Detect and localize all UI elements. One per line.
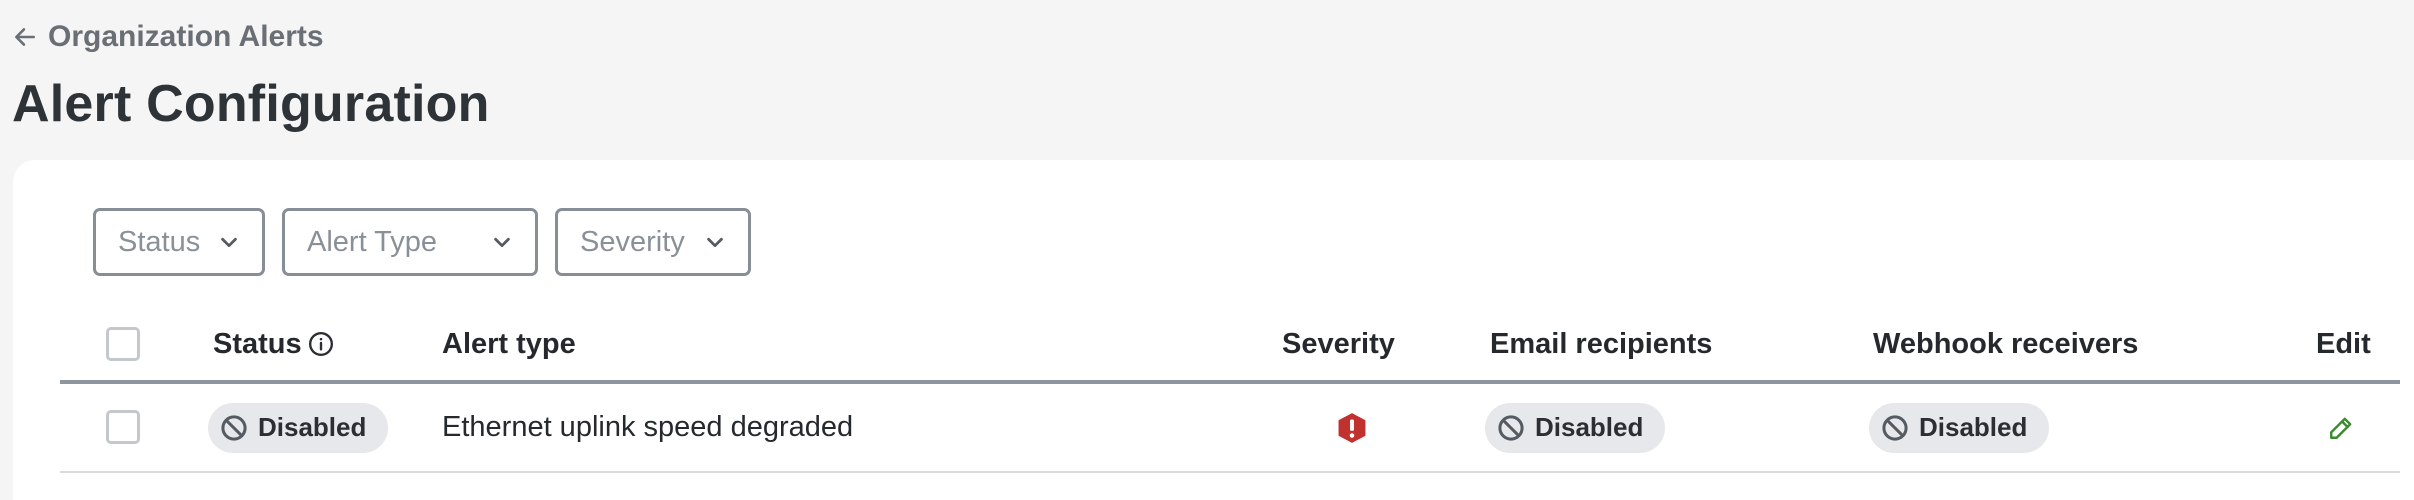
arrow-left-icon — [15, 28, 35, 46]
info-icon[interactable] — [308, 331, 334, 357]
edit-cell — [2328, 384, 2354, 471]
status-badge: Disabled — [208, 402, 389, 453]
webhook-receivers-cell: Disabled — [1869, 384, 2050, 471]
column-header-status-label: Status — [213, 327, 302, 360]
severity-filter-label: Severity — [580, 225, 685, 258]
row-checkbox[interactable] — [106, 410, 140, 444]
webhook-status-label: Disabled — [1919, 412, 2028, 442]
column-header-severity[interactable]: Severity — [1282, 308, 1395, 380]
column-header-email-recipients: Email recipients — [1490, 327, 1713, 360]
severity-filter[interactable]: Severity — [555, 208, 751, 276]
status-filter[interactable]: Status — [93, 208, 265, 276]
select-all-checkbox[interactable] — [106, 327, 140, 361]
status-badge-label: Disabled — [258, 412, 367, 442]
disabled-icon — [1498, 414, 1524, 441]
email-status-label: Disabled — [1535, 412, 1644, 442]
disabled-icon — [1882, 414, 1908, 441]
column-header-status[interactable]: Status — [213, 308, 334, 380]
email-recipients-cell: Disabled — [1485, 384, 1666, 471]
alerts-table: Status Alert type Severity Email recipie… — [60, 308, 2400, 473]
filter-bar: Status Alert Type Severity — [93, 208, 751, 276]
severity-cell — [1335, 384, 1369, 471]
table-row: Disabled Ethernet uplink speed degraded … — [60, 384, 2400, 473]
disabled-icon — [221, 414, 247, 441]
email-status-badge: Disabled — [1485, 402, 1666, 453]
pencil-icon[interactable] — [2328, 415, 2354, 441]
alert-type-filter[interactable]: Alert Type — [282, 208, 538, 276]
table-header: Status Alert type Severity Email recipie… — [60, 308, 2400, 384]
back-link-label: Organization Alerts — [48, 20, 324, 53]
chevron-down-icon — [221, 237, 237, 248]
alert-type-filter-label: Alert Type — [307, 225, 438, 258]
status-filter-label: Status — [118, 225, 201, 258]
back-link[interactable]: Organization Alerts — [12, 20, 324, 54]
column-header-webhook-receivers: Webhook receivers — [1873, 327, 2139, 360]
chevron-down-icon — [707, 237, 723, 248]
webhook-status-badge: Disabled — [1869, 402, 2050, 453]
column-header-alert-type[interactable]: Alert type — [442, 308, 576, 380]
alert-type-cell: Ethernet uplink speed degraded — [442, 411, 854, 443]
critical-octagon-icon — [1338, 412, 1366, 443]
alerts-card: Status Alert Type Severity Status Alert … — [13, 160, 2414, 500]
status-cell: Disabled — [208, 384, 389, 471]
column-header-edit: Edit — [2316, 327, 2371, 360]
chevron-down-icon — [494, 237, 510, 248]
page-title: Alert Configuration — [12, 75, 490, 133]
